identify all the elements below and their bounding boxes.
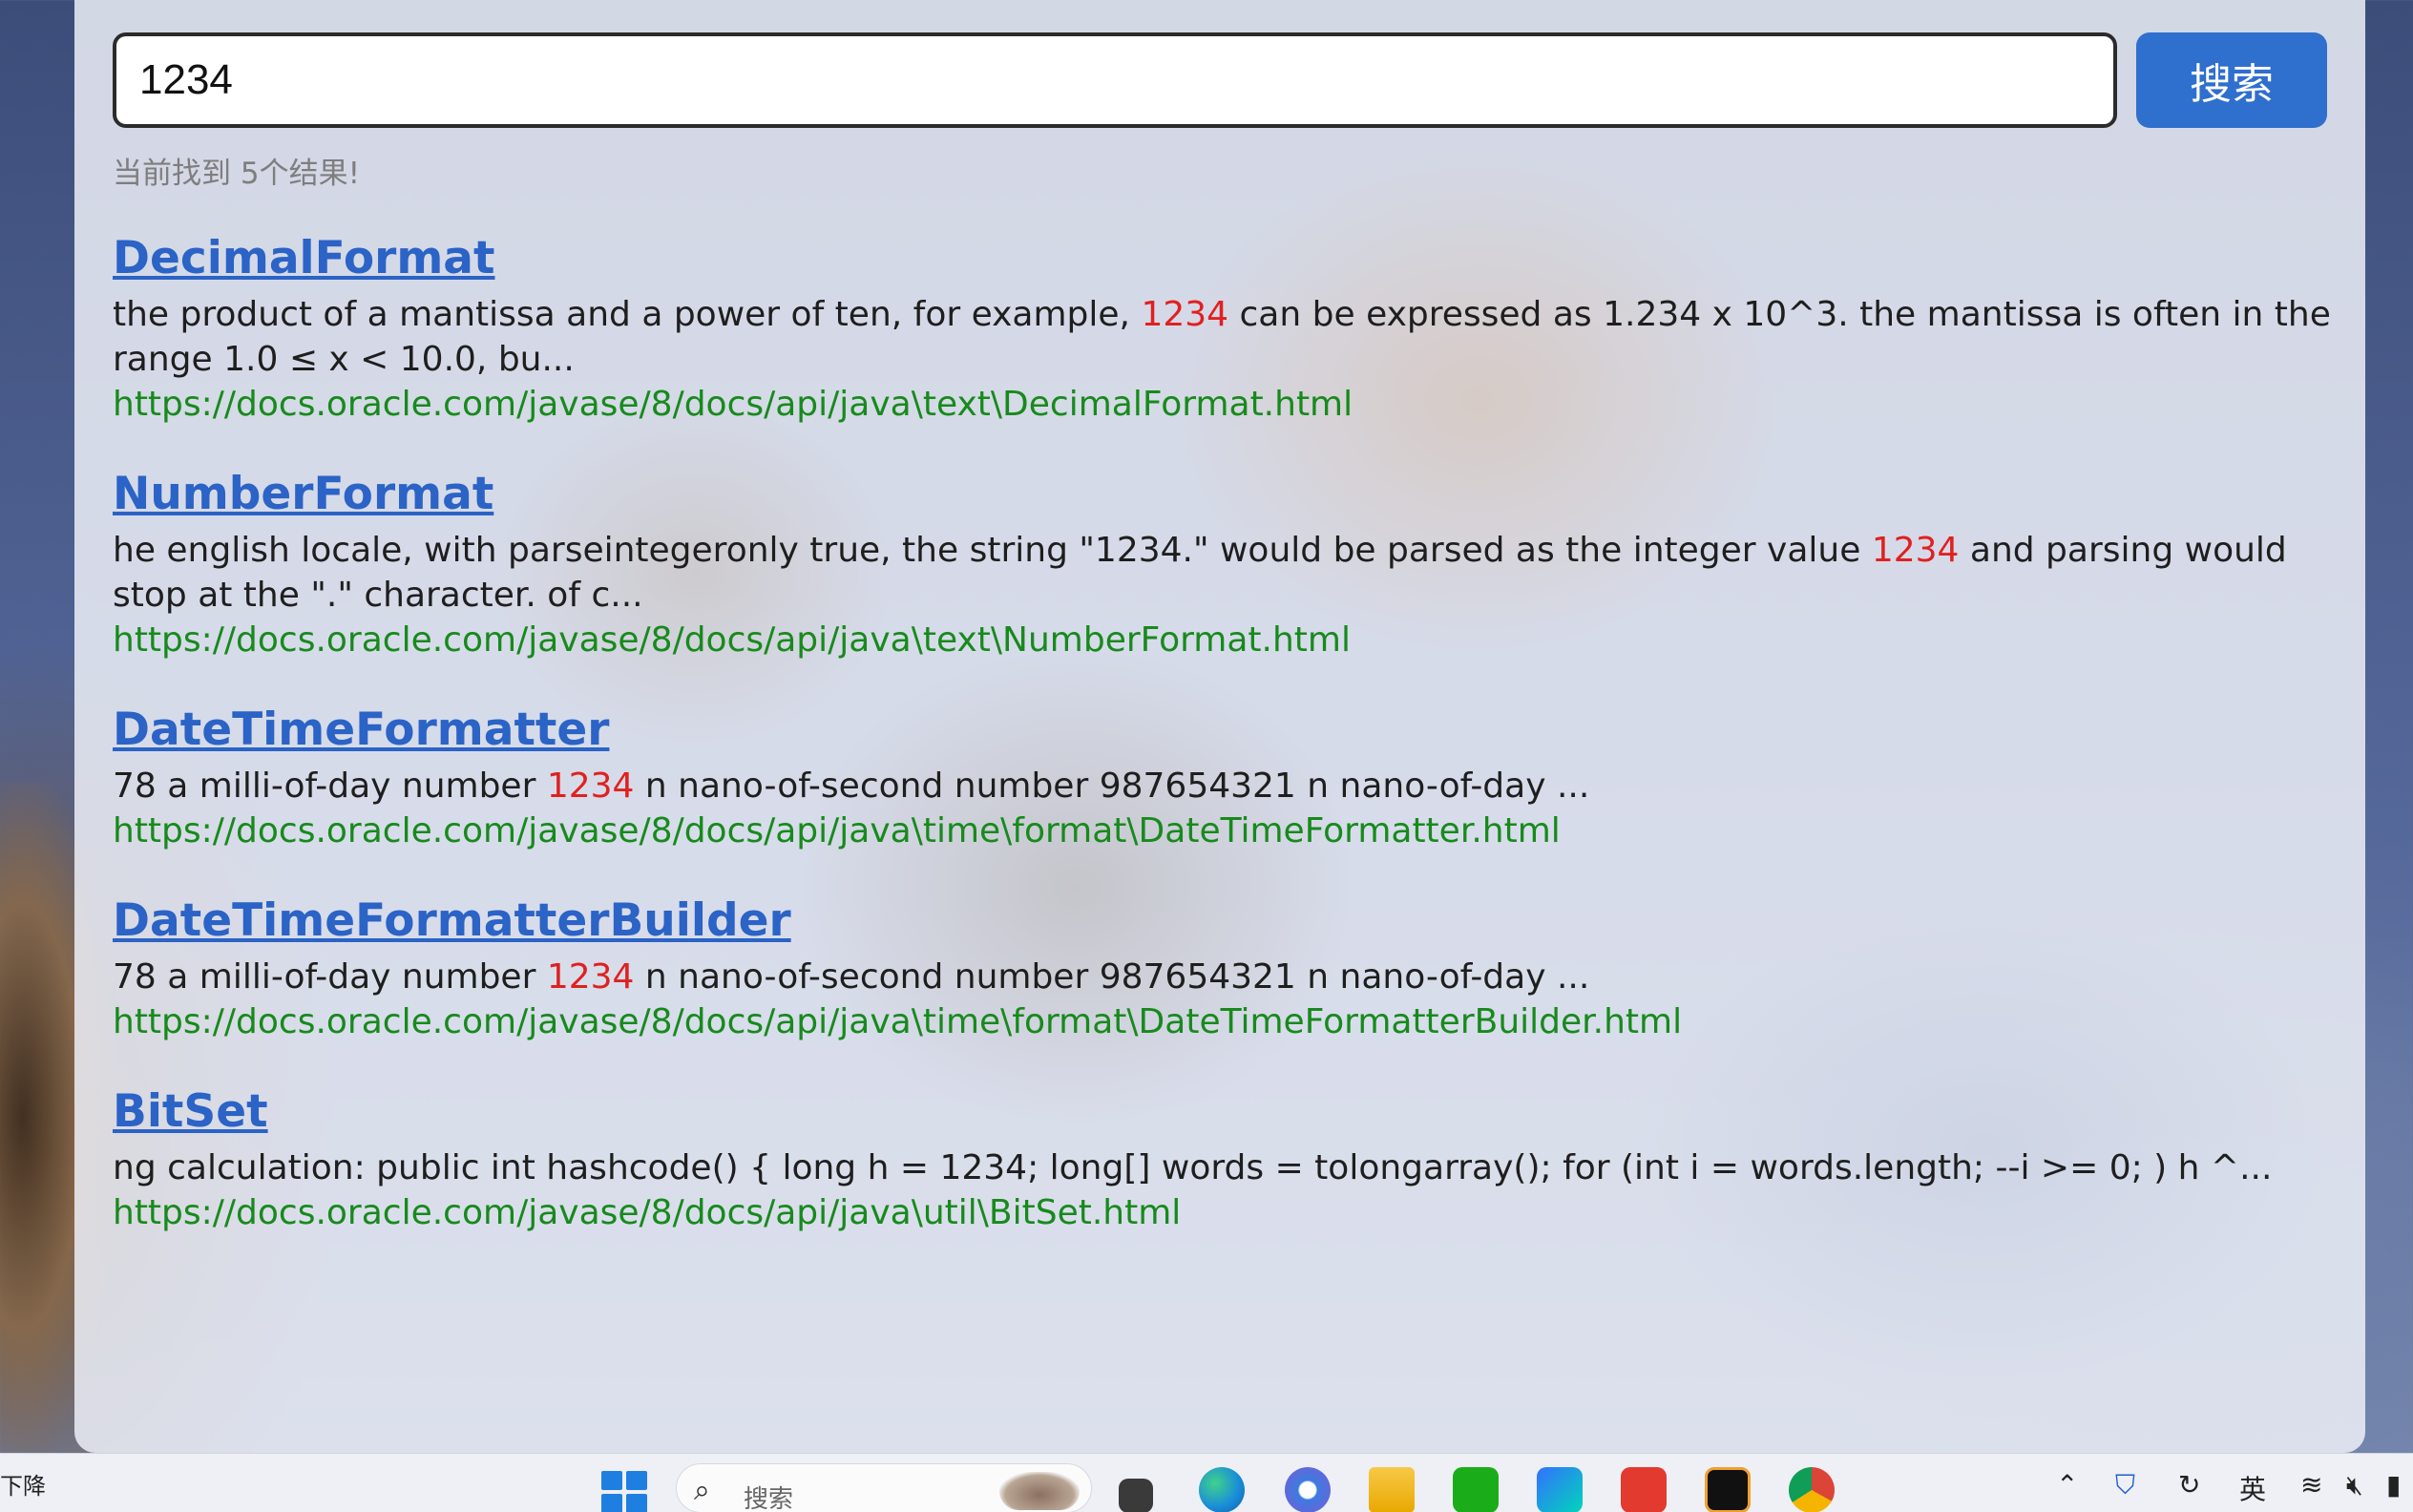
wechat-icon[interactable] <box>1453 1467 1499 1512</box>
result-url-link[interactable]: https://docs.oracle.com/javase/8/docs/ap… <box>113 808 2337 853</box>
result-snippet: the product of a mantissa and a power of… <box>113 295 2331 379</box>
security-shield-icon[interactable]: ⛉ <box>2115 1469 2135 1502</box>
search-input[interactable] <box>113 32 2117 128</box>
result-url-link[interactable]: https://docs.oracle.com/javase/8/docs/ap… <box>113 618 2337 662</box>
feishu-icon[interactable] <box>1537 1467 1583 1512</box>
search-highlight-image <box>999 1472 1080 1510</box>
wifi-icon[interactable]: ≋ <box>2300 1469 2322 1501</box>
chevron-up-icon[interactable]: ⌃ <box>2056 1469 2078 1501</box>
chrome-icon[interactable] <box>1789 1467 1835 1512</box>
wps-icon[interactable] <box>1621 1467 1667 1512</box>
highlight-term: 1234 <box>546 766 635 806</box>
task-view-icon[interactable] <box>1119 1479 1153 1512</box>
result-title-link[interactable]: DateTimeFormatterBuilder <box>113 892 791 951</box>
weather-widget[interactable]: 下降 <box>0 1467 46 1501</box>
result-item: NumberFormat he english locale, with par… <box>113 465 2337 662</box>
result-item: BitSet ng calculation: public int hashco… <box>113 1082 2337 1235</box>
search-panel: 搜索 当前找到 5个结果! DecimalFormat the product … <box>74 0 2365 1453</box>
result-title-link[interactable]: NumberFormat <box>113 465 493 524</box>
windows-start-icon[interactable] <box>601 1471 647 1512</box>
result-snippet: ng calculation: public int hashcode() { … <box>113 1148 2273 1187</box>
result-item: DateTimeFormatterBuilder 78 a milli-of-d… <box>113 892 2337 1044</box>
result-snippet: he english locale, with parseintegeronly… <box>113 531 2287 615</box>
search-button[interactable]: 搜索 <box>2136 32 2327 128</box>
taskbar-search-label: 搜索 <box>744 1485 794 1512</box>
input-language-indicator[interactable]: 英 <box>2239 1469 2266 1507</box>
result-title-link[interactable]: DateTimeFormatter <box>113 701 609 760</box>
search-icon: ⌕ <box>694 1474 710 1507</box>
volume-muted-icon[interactable]: 🔇︎ <box>2346 1469 2363 1502</box>
result-title-link[interactable]: DecimalFormat <box>113 229 495 288</box>
file-explorer-icon[interactable] <box>1369 1467 1415 1512</box>
search-bar: 搜索 <box>113 32 2327 128</box>
edge-icon[interactable] <box>1199 1467 1245 1512</box>
battery-icon[interactable]: ▮ <box>2386 1469 2401 1501</box>
result-snippet: 78 a milli-of-day number 1234 n nano-of-… <box>113 957 1590 997</box>
taskbar-search-box[interactable]: ⌕ 搜索 <box>676 1463 1092 1512</box>
result-item: DecimalFormat the product of a mantissa … <box>113 229 2337 427</box>
result-list: DecimalFormat the product of a mantissa … <box>113 229 2337 1273</box>
intellij-icon[interactable] <box>1705 1467 1751 1512</box>
result-url-link[interactable]: https://docs.oracle.com/javase/8/docs/ap… <box>113 1190 2337 1235</box>
result-item: DateTimeFormatter 78 a milli-of-day numb… <box>113 701 2337 853</box>
highlight-term: 1234 <box>546 957 635 997</box>
result-url-link[interactable]: https://docs.oracle.com/javase/8/docs/ap… <box>113 382 2337 427</box>
sync-icon[interactable]: ↻ <box>2178 1469 2200 1501</box>
highlight-term: 1234 <box>1141 295 1229 334</box>
result-count: 当前找到 5个结果! <box>113 157 361 191</box>
result-url-link[interactable]: https://docs.oracle.com/javase/8/docs/ap… <box>113 999 2337 1044</box>
taskbar: 下降 ⌕ 搜索 ⌃ ⛉ ↻ 英 ≋ 🔇︎ ▮ <box>0 1453 2413 1512</box>
copilot-icon[interactable] <box>1285 1467 1331 1512</box>
result-title-link[interactable]: BitSet <box>113 1082 268 1142</box>
result-snippet: 78 a milli-of-day number 1234 n nano-of-… <box>113 766 1590 806</box>
highlight-term: 1234 <box>1871 531 1960 570</box>
